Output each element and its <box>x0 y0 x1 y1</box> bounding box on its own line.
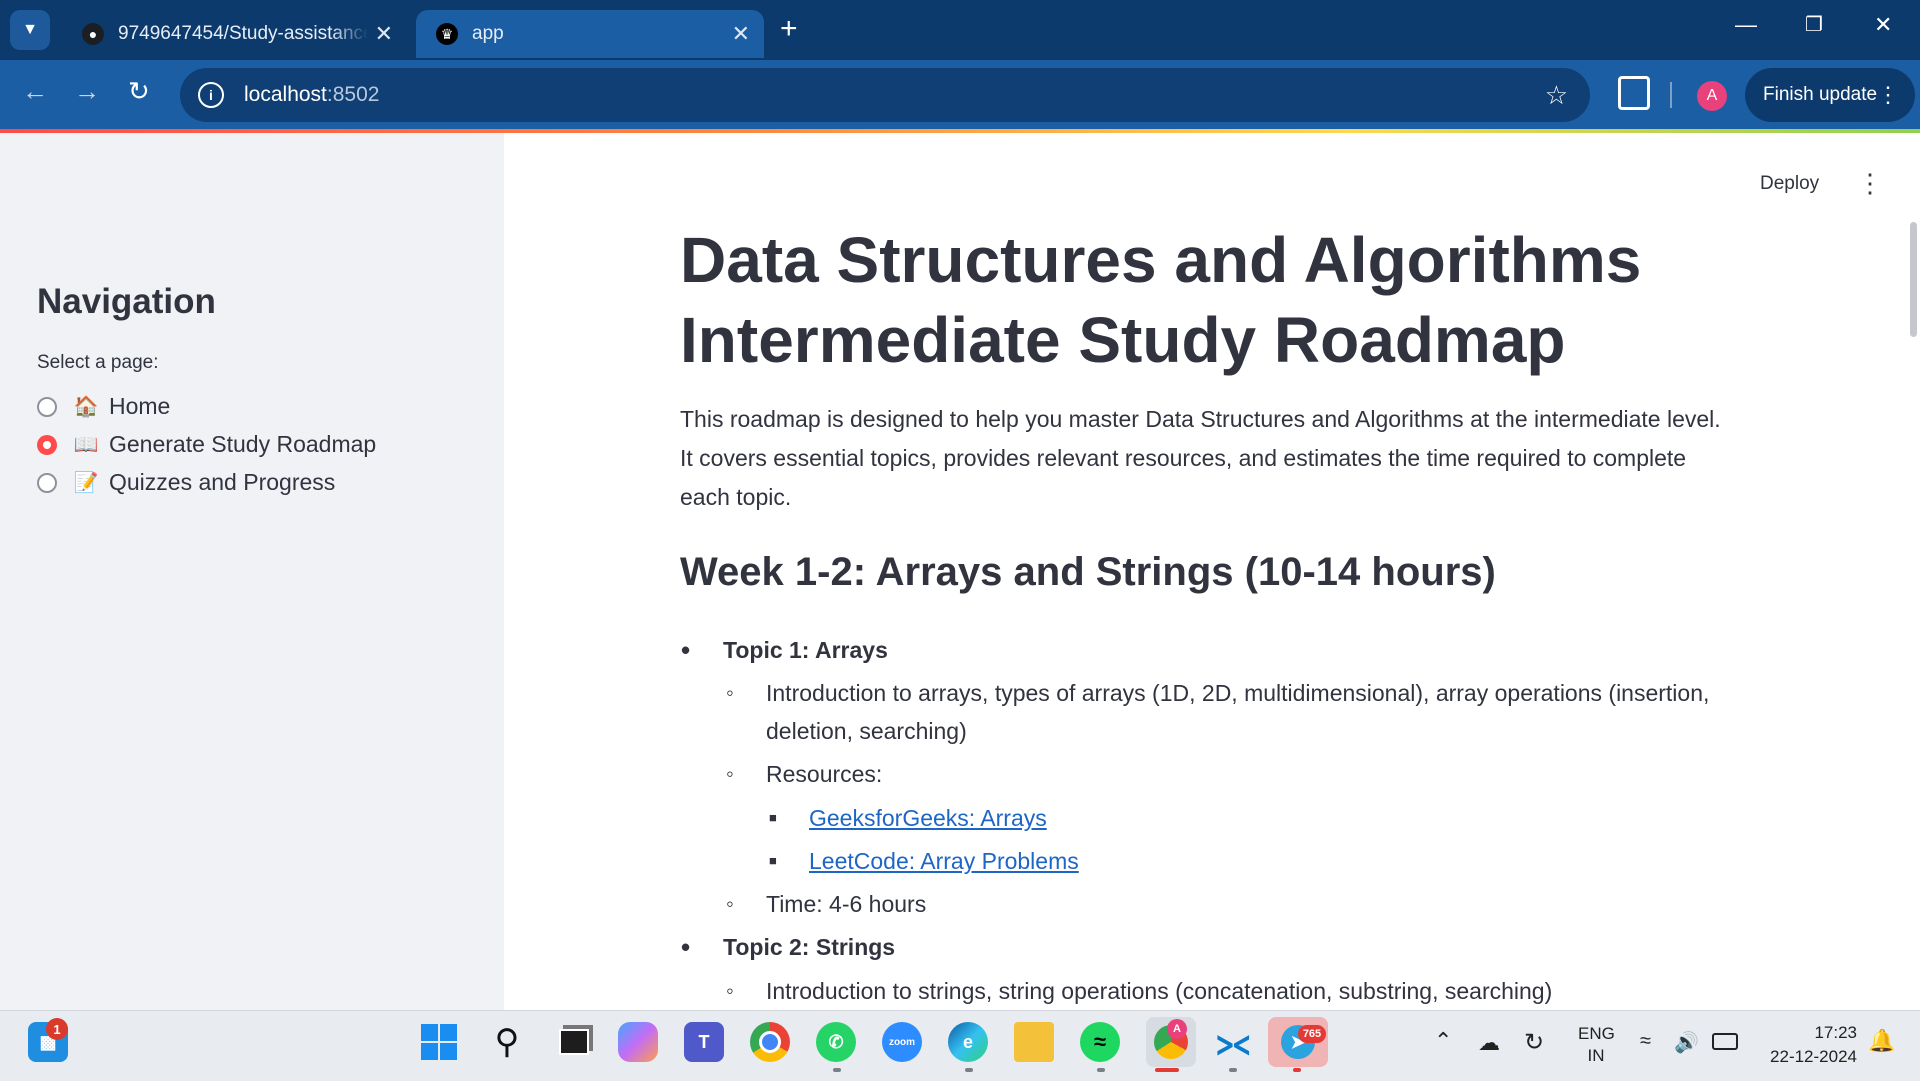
clock[interactable]: 17:23 22-12-2024 <box>1757 1021 1857 1069</box>
main-menu-icon[interactable]: ⋮ <box>1857 168 1883 199</box>
browser-toolbar: ← → ↻ i localhost:8502 ☆ A Finish update… <box>0 60 1920 130</box>
resource-link-leetcode-array-problems[interactable]: LeetCode: Array Problems <box>809 848 1079 874</box>
radio-label: Generate Study Roadmap <box>109 431 377 457</box>
finish-update-label: Finish update <box>1763 84 1878 105</box>
radio-label: Quizzes and Progress <box>109 469 336 495</box>
start-windows-icon[interactable] <box>419 1022 459 1062</box>
show-hidden-icons-chevron-icon[interactable]: ⌃ <box>1434 1028 1452 1054</box>
spotify-icon[interactable]: ≈ <box>1080 1022 1120 1062</box>
new-tab-button[interactable]: + <box>780 12 798 46</box>
resource-list-item: GeeksforGeeks: Arrays <box>769 799 1047 837</box>
open-book-icon: 📖 <box>73 434 99 456</box>
chrome-icon[interactable] <box>750 1022 790 1062</box>
restore-icon[interactable]: ❐ <box>1805 12 1823 37</box>
url-port: :8502 <box>326 83 380 106</box>
finish-update-button[interactable]: Finish update ⋮ <box>1745 68 1915 122</box>
search-icon[interactable]: ⚲ <box>487 1022 527 1062</box>
browser-tab-app[interactable]: ♛ app ✕ <box>416 10 764 58</box>
reload-icon[interactable]: ↻ <box>128 76 150 107</box>
radio-button-selected[interactable] <box>37 434 57 455</box>
tab-title: app <box>472 23 504 44</box>
radio-option-quizzes-and-progress[interactable]: 📝 Quizzes and Progress <box>37 469 335 496</box>
tab-close-icon[interactable]: ✕ <box>375 21 393 47</box>
battery-icon[interactable] <box>1712 1033 1738 1050</box>
tab-close-icon[interactable]: ✕ <box>732 21 750 47</box>
clock-time: 17:23 <box>1814 1023 1857 1042</box>
url-text[interactable]: localhost:8502 <box>244 83 379 107</box>
bookmark-star-icon[interactable]: ☆ <box>1545 80 1568 111</box>
running-indicator <box>833 1068 841 1072</box>
browser-tab-github[interactable]: ● 9749647454/Study-assistance-t ✕ <box>62 10 407 58</box>
topic-1-time: Time: 4-6 hours <box>726 885 926 923</box>
onedrive-cloud-icon[interactable]: ☁ <box>1478 1030 1500 1056</box>
telegram-badge: 765 <box>1298 1025 1326 1043</box>
page-title: Data Structures and Algorithms Intermedi… <box>680 224 1642 376</box>
language-indicator[interactable]: ENG IN <box>1578 1023 1615 1067</box>
radio-button[interactable] <box>37 396 57 417</box>
memo-icon: 📝 <box>73 472 99 494</box>
deploy-button[interactable]: Deploy <box>1760 173 1819 195</box>
running-indicator <box>1097 1068 1105 1072</box>
minimize-icon[interactable]: — <box>1735 12 1757 38</box>
streamlit-crown-icon: ♛ <box>436 23 458 45</box>
page-select-label: Select a page: <box>37 352 159 373</box>
topic-1-resources-label: Resources: <box>726 755 882 793</box>
sidebar-title: Navigation <box>37 282 216 321</box>
profile-avatar[interactable]: A <box>1697 81 1727 111</box>
language-code: ENG <box>1578 1024 1615 1043</box>
running-indicator <box>965 1068 973 1072</box>
tab-title: 9749647454/Study-assistance-t <box>118 23 368 44</box>
radio-button[interactable] <box>37 472 57 493</box>
task-view-icon[interactable] <box>554 1022 594 1062</box>
volume-icon[interactable]: 🔊 <box>1674 1030 1699 1055</box>
sidebar <box>0 133 504 1010</box>
sync-icon[interactable]: ↻ <box>1524 1028 1544 1057</box>
running-indicator-active <box>1155 1068 1179 1072</box>
clock-date: 22-12-2024 <box>1770 1047 1857 1066</box>
topic-2-intro: Introduction to strings, string operatio… <box>726 972 1726 1010</box>
vscode-icon[interactable]: ⪥ <box>1213 1021 1253 1063</box>
radio-label: Home <box>109 393 171 419</box>
url-host: localhost <box>244 83 327 106</box>
browser-menu-icon[interactable]: ⋮ <box>1877 82 1899 108</box>
radio-option-home[interactable]: 🏠 Home <box>37 393 170 420</box>
running-indicator <box>1229 1068 1237 1072</box>
edge-icon[interactable]: e <box>948 1022 988 1062</box>
whatsapp-icon[interactable]: ✆ <box>816 1022 856 1062</box>
file-explorer-icon[interactable] <box>1014 1022 1054 1062</box>
widgets-badge: 1 <box>46 1018 68 1040</box>
resource-list-item: LeetCode: Array Problems <box>769 842 1079 880</box>
topic-2-title: Topic 2: Strings <box>681 928 895 966</box>
windows-logo <box>421 1024 457 1060</box>
topic-1-intro: Introduction to arrays, types of arrays … <box>726 674 1726 750</box>
window-close-icon[interactable]: ✕ <box>1874 12 1892 38</box>
scrollbar-thumb[interactable] <box>1910 222 1917 337</box>
region-code: IN <box>1587 1046 1605 1065</box>
resource-link-geeksforgeeks-arrays[interactable]: GeeksforGeeks: Arrays <box>809 805 1047 831</box>
back-arrow-icon[interactable]: ← <box>22 76 48 107</box>
github-icon: ● <box>82 23 104 45</box>
address-bar[interactable]: i localhost:8502 ☆ <box>180 68 1590 122</box>
copilot-icon[interactable] <box>618 1022 658 1062</box>
zoom-icon[interactable]: zoom <box>882 1022 922 1062</box>
site-info-icon[interactable]: i <box>198 82 224 108</box>
teams-icon[interactable]: T <box>684 1022 724 1062</box>
house-icon: 🏠 <box>73 396 99 418</box>
forward-arrow-icon[interactable]: → <box>74 76 100 107</box>
week-heading: Week 1-2: Arrays and Strings (10-14 hour… <box>680 550 1496 594</box>
radio-option-generate-study-roadmap[interactable]: 📖 Generate Study Roadmap <box>37 431 376 458</box>
tab-search-chevron-icon[interactable]: ▼ <box>10 10 50 50</box>
chrome-profile-badge: A <box>1167 1019 1187 1039</box>
wifi-icon[interactable]: ≈ <box>1640 1030 1651 1053</box>
topic-1-title: Topic 1: Arrays <box>681 631 888 669</box>
extensions-puzzle-icon[interactable] <box>1618 76 1650 110</box>
toolbar-divider <box>1670 82 1672 108</box>
running-indicator <box>1293 1068 1301 1072</box>
intro-paragraph: This roadmap is designed to help you mas… <box>680 406 1721 510</box>
notification-bell-icon[interactable]: 🔔 <box>1868 1028 1895 1054</box>
